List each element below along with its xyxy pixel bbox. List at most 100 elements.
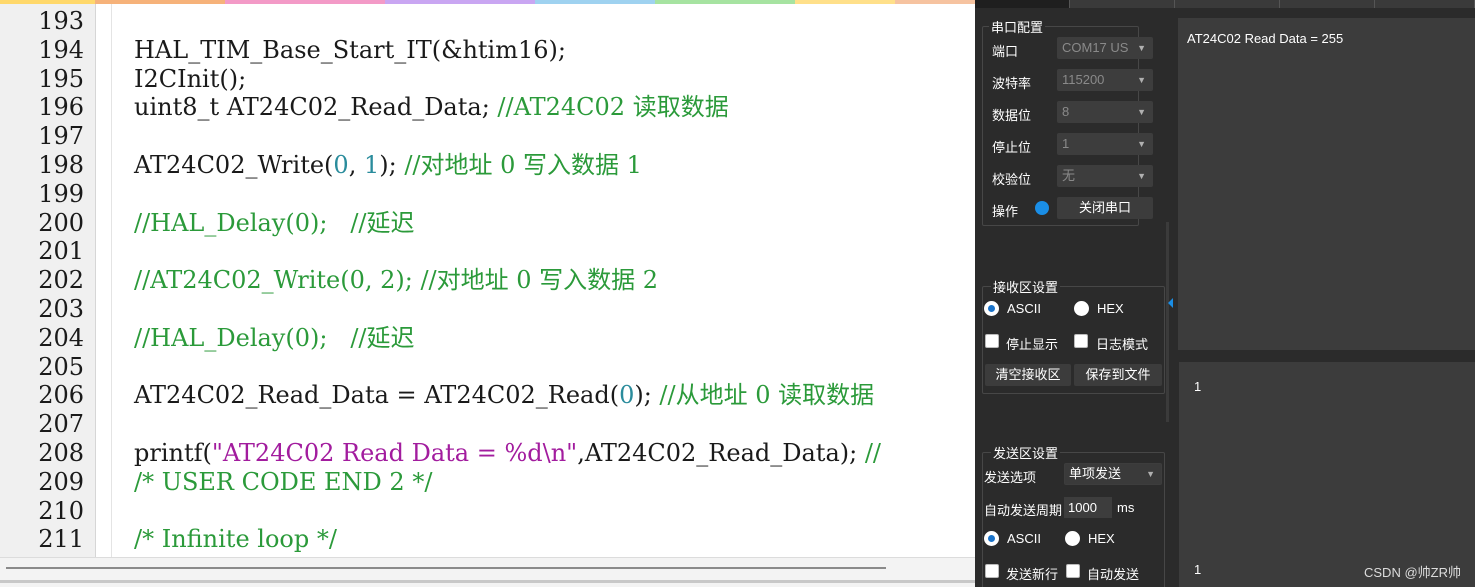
- code-text: AT24C02_Write(0, 1); //对地址 0 写入数据 1: [134, 151, 642, 180]
- code-line[interactable]: 203: [0, 295, 975, 324]
- code-comment: //HAL_Delay(0); //延迟: [134, 208, 415, 237]
- code-line[interactable]: 209 /* USER CODE END 2 */: [0, 468, 975, 497]
- stopbits-select[interactable]: 1 ▼: [1057, 133, 1153, 155]
- line-number: 202: [38, 266, 84, 295]
- code-token: );: [634, 381, 660, 410]
- code-line[interactable]: 195 I2CInit();: [0, 65, 975, 94]
- auto-period-label: 自动发送周期: [984, 503, 1063, 518]
- save-to-file-button[interactable]: 保存到文件: [1074, 364, 1162, 386]
- recv-hex-label: HEX: [1097, 301, 1124, 316]
- code-text: HAL_TIM_Base_Start_IT(&htim16);: [134, 36, 566, 65]
- baud-value: 115200: [1062, 72, 1105, 87]
- code-line[interactable]: 206 AT24C02_Read_Data = AT24C02_Read(0); …: [0, 381, 975, 410]
- code-comment: /* Infinite loop */: [134, 525, 337, 554]
- horizontal-scrollbar[interactable]: [0, 557, 975, 587]
- editor-tab[interactable]: [535, 0, 655, 4]
- code-text: I2CInit();: [134, 65, 246, 94]
- code-line[interactable]: 210: [0, 497, 975, 526]
- code-line[interactable]: 211 /* Infinite loop */: [0, 525, 975, 554]
- code-line[interactable]: 199: [0, 180, 975, 209]
- code-line[interactable]: 194 HAL_TIM_Base_Start_IT(&htim16);: [0, 36, 975, 65]
- code-line[interactable]: 202 //AT24C02_Write(0, 2); //对地址 0 写入数据 2: [0, 266, 975, 295]
- baud-label: 波特率: [992, 76, 1032, 91]
- recv-hex-radio[interactable]: [1074, 301, 1089, 316]
- code-number: 0: [619, 381, 635, 410]
- code-line[interactable]: 201: [0, 237, 975, 266]
- editor-tab[interactable]: [895, 0, 975, 4]
- code-editor[interactable]: 193 194 HAL_TIM_Base_Start_IT(&htim16); 195…: [0, 0, 975, 587]
- code-token: uint8_t AT24C02_Read_Data;: [134, 93, 498, 122]
- recv-ascii-radio[interactable]: [984, 301, 999, 316]
- line-number: 206: [38, 381, 84, 410]
- code-line[interactable]: 205: [0, 353, 975, 382]
- editor-tab-strip[interactable]: [0, 0, 975, 4]
- line-number: 198: [38, 151, 84, 179]
- code-line[interactable]: 193: [0, 7, 975, 36]
- panel-splitter[interactable]: [1166, 222, 1169, 422]
- send-hex-radio[interactable]: [1065, 531, 1080, 546]
- code-text: printf("AT24C02 Read Data = %d\n",AT24C0…: [134, 439, 881, 468]
- code-line[interactable]: 207: [0, 410, 975, 439]
- tool-tab-bar[interactable]: [975, 0, 1475, 8]
- send-newline-checkbox[interactable]: [985, 564, 999, 578]
- chevron-down-icon: ▼: [1137, 75, 1146, 85]
- tool-tab-3[interactable]: [1175, 0, 1280, 8]
- send-area[interactable]: 1 1: [1179, 362, 1475, 587]
- chevron-down-icon: ▼: [1137, 171, 1146, 181]
- tool-tab-1[interactable]: [975, 0, 1070, 8]
- baud-select[interactable]: 115200 ▼: [1057, 69, 1153, 91]
- line-number: 200: [38, 208, 84, 237]
- scrollbar-thumb[interactable]: [6, 567, 886, 569]
- line-number: 208: [38, 439, 84, 467]
- send-newline-label: 发送新行: [1006, 567, 1059, 582]
- line-number: 193: [38, 7, 84, 35]
- close-port-button[interactable]: 关闭串口: [1057, 197, 1153, 219]
- send-option-select[interactable]: 单项发送 ▼: [1064, 463, 1162, 485]
- parity-label: 校验位: [992, 172, 1032, 187]
- code-line[interactable]: 197: [0, 122, 975, 151]
- receive-area[interactable]: AT24C02 Read Data = 255: [1178, 18, 1475, 350]
- line-number: 197: [38, 122, 84, 151]
- code-text: //HAL_Delay(0); //延迟: [134, 209, 415, 238]
- stop-display-checkbox[interactable]: [985, 334, 999, 348]
- chevron-down-icon: ▼: [1146, 469, 1155, 479]
- code-line[interactable]: 204 //HAL_Delay(0); //延迟: [0, 324, 975, 353]
- code-line[interactable]: 200 //HAL_Delay(0); //延迟: [0, 209, 975, 238]
- send-settings-title: 发送区设置: [991, 443, 1061, 462]
- code-number: 0: [333, 151, 349, 179]
- tool-tab-4[interactable]: [1280, 0, 1375, 8]
- send-hex-label: HEX: [1088, 531, 1115, 546]
- code-text: /* Infinite loop */: [134, 525, 337, 554]
- code-number: 1: [363, 151, 380, 179]
- port-select[interactable]: COM17 US ▼: [1057, 37, 1153, 59]
- auto-period-unit: ms: [1117, 500, 1135, 515]
- auto-period-input[interactable]: 1000: [1064, 497, 1112, 518]
- log-mode-label: 日志模式: [1096, 337, 1149, 352]
- send-input-line[interactable]: 1: [1194, 562, 1201, 577]
- editor-tab[interactable]: [95, 0, 225, 4]
- parity-select[interactable]: 无 ▼: [1057, 165, 1153, 187]
- stop-display-label: 停止显示: [1006, 337, 1059, 352]
- tool-tab-2[interactable]: [1070, 0, 1175, 8]
- tool-tab-5[interactable]: [1375, 0, 1475, 8]
- editor-tab[interactable]: [655, 0, 795, 4]
- code-line[interactable]: 196 uint8_t AT24C02_Read_Data; //AT24C02 …: [0, 93, 975, 122]
- code-text: //HAL_Delay(0); //延迟: [134, 324, 415, 353]
- code-line[interactable]: 208 printf("AT24C02 Read Data = %d\n",AT2…: [0, 439, 975, 468]
- port-label: 端口: [992, 44, 1019, 59]
- log-mode-checkbox[interactable]: [1074, 334, 1088, 348]
- clear-receive-button[interactable]: 清空接收区: [985, 364, 1071, 386]
- code-line[interactable]: 198 AT24C02_Write(0, 1); //对地址 0 写入数据 1: [0, 151, 975, 180]
- collapse-arrow-icon[interactable]: [1168, 298, 1173, 308]
- editor-tab[interactable]: [795, 0, 895, 4]
- databits-select[interactable]: 8 ▼: [1057, 101, 1153, 123]
- auto-send-checkbox[interactable]: [1066, 564, 1080, 578]
- code-token: HAL_TIM_Base_Start_IT(&htim16);: [134, 35, 566, 64]
- code-comment: //AT24C02_Write(0, 2); //对地址 0 写入数据 2: [134, 266, 659, 295]
- send-ascii-radio[interactable]: [984, 531, 999, 546]
- line-number: 211: [38, 525, 84, 554]
- editor-tab[interactable]: [385, 0, 535, 4]
- recv-ascii-label: ASCII: [1007, 301, 1041, 316]
- line-number: 196: [38, 93, 84, 122]
- editor-tab[interactable]: [225, 0, 385, 4]
